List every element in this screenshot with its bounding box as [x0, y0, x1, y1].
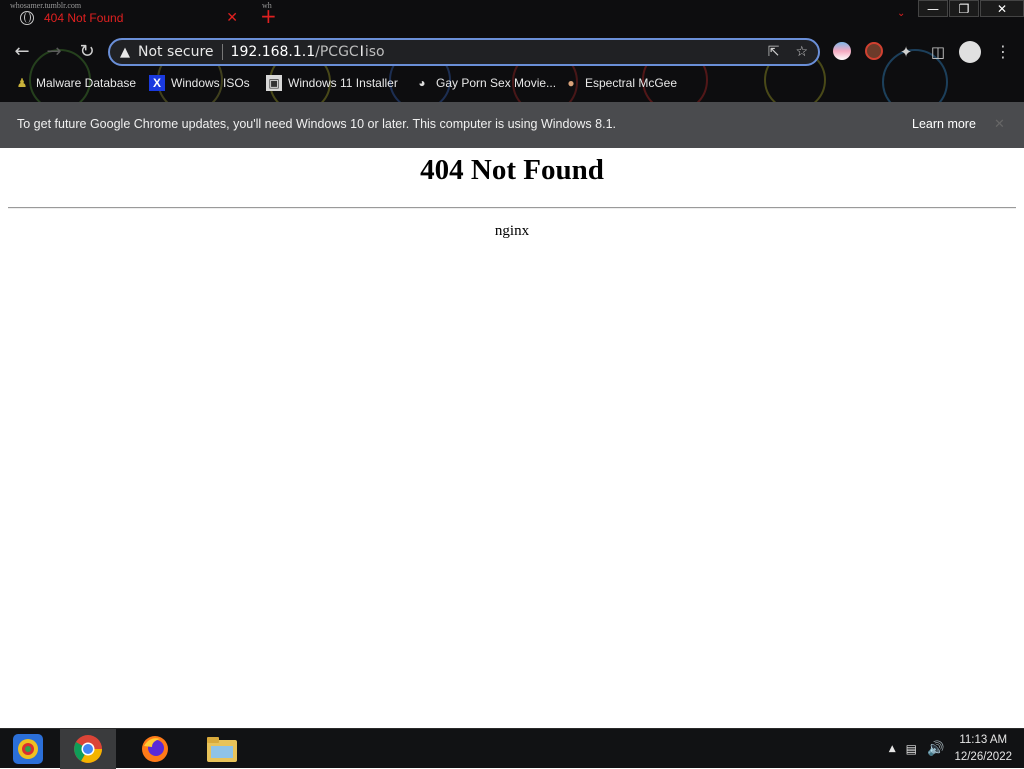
divider — [8, 207, 1016, 209]
windows-start-icon — [13, 734, 43, 764]
bookmark-item[interactable]: ● Espectral McGee — [563, 75, 677, 91]
menu-kebab-icon[interactable]: ⋮ — [992, 42, 1014, 62]
tray-chevron-icon[interactable]: ▲ — [889, 744, 896, 754]
not-secure-label[interactable]: Not secure — [138, 44, 214, 60]
bookmark-item[interactable]: ◕ Gay Porn Sex Movie... — [414, 75, 556, 91]
omnibox-separator — [221, 44, 223, 60]
bookmarks-bar: ♟ Malware Database X Windows ISOs ▣ Wind… — [0, 72, 1024, 96]
toolbar: ← → ↻ ▲ Not secure 192.168.1.1 /PCGC I i… — [0, 34, 1024, 70]
address-bar[interactable]: ▲ Not secure 192.168.1.1 /PCGC I iso ⇱ ☆ — [108, 38, 820, 66]
extension-flag-icon[interactable] — [833, 42, 851, 60]
system-tray: ▲ ▤ 🔊 11:13 AM 12/26/2022 — [889, 729, 1012, 769]
taskbar: ▲ ▤ 🔊 11:13 AM 12/26/2022 — [0, 728, 1024, 769]
bookmark-label: Windows 11 Installer — [288, 76, 398, 90]
reload-button[interactable]: ↻ — [76, 42, 98, 62]
bookmark-item[interactable]: ♟ Malware Database — [14, 75, 136, 91]
text-cursor-icon: I — [359, 44, 364, 60]
profile-avatar-icon[interactable] — [959, 41, 981, 63]
bookmark-label: Espectral McGee — [585, 76, 678, 90]
infobar-message: To get future Google Chrome updates, you… — [17, 117, 616, 131]
taskbar-file-explorer[interactable] — [194, 729, 250, 769]
clock-time: 11:13 AM — [959, 734, 1008, 746]
site-icon: ◕ — [418, 76, 426, 90]
url-path-start[interactable]: /PCGC — [315, 44, 359, 60]
bookmark-item[interactable]: ▣ Windows 11 Installer — [266, 75, 398, 91]
page-title: 404 Not Found — [420, 154, 604, 186]
url-host[interactable]: 192.168.1.1 — [231, 44, 316, 60]
page-content: 404 Not Found nginx — [0, 148, 1024, 728]
tab-search-icon[interactable]: ⌄ — [897, 8, 905, 19]
bookmark-star-icon[interactable]: ☆ — [795, 44, 808, 60]
forward-button[interactable]: → — [43, 42, 65, 62]
clock[interactable]: 11:13 AM 12/26/2022 — [954, 732, 1012, 766]
tab-close-icon[interactable]: ✕ — [226, 10, 238, 26]
restore-button[interactable]: ❐ — [949, 0, 979, 17]
folder-icon — [207, 737, 237, 762]
extension-avatar-icon[interactable] — [865, 42, 883, 60]
volume-icon[interactable]: 🔊 — [927, 741, 944, 757]
bookmark-label: Windows ISOs — [171, 76, 250, 90]
globe-icon — [20, 11, 34, 25]
tab-strip: whosamer.tumblr.com wh 404 Not Found ✕ +… — [0, 0, 1024, 34]
back-button[interactable]: ← — [11, 42, 33, 62]
window-controls: — ❐ ✕ — [917, 0, 1024, 17]
close-window-button[interactable]: ✕ — [980, 0, 1024, 17]
start-button[interactable] — [0, 729, 56, 769]
avatar-icon: ● — [567, 76, 575, 90]
taskbar-chrome[interactable] — [60, 729, 116, 769]
server-signature: nginx — [494, 223, 530, 239]
browser-chrome: whosamer.tumblr.com wh 404 Not Found ✕ +… — [0, 0, 1024, 102]
extensions-puzzle-icon[interactable]: ✦ — [895, 42, 917, 62]
tab-title: 404 Not Found — [44, 11, 124, 25]
omnibox-actions: ⇱ ☆ — [768, 44, 808, 60]
learn-more-link[interactable]: Learn more — [912, 117, 976, 131]
side-panel-icon[interactable]: ◫ — [927, 42, 949, 62]
bookmark-label: Gay Porn Sex Movie... — [436, 76, 557, 90]
bookmark-label: Malware Database — [36, 76, 137, 90]
minimize-button[interactable]: — — [918, 0, 948, 17]
person-icon: ♟ — [16, 76, 28, 90]
share-icon[interactable]: ⇱ — [768, 44, 780, 60]
taskbar-firefox[interactable] — [127, 729, 183, 769]
update-infobar: To get future Google Chrome updates, you… — [0, 102, 1024, 148]
clock-date: 12/26/2022 — [954, 751, 1012, 763]
tab-active[interactable]: 404 Not Found ✕ — [8, 4, 248, 32]
url-path-end[interactable]: iso — [365, 44, 385, 60]
new-tab-button[interactable]: + — [260, 5, 277, 27]
x-icon: X — [149, 75, 165, 91]
infobar-close-icon[interactable]: ✕ — [994, 116, 1005, 132]
chrome-icon — [74, 735, 102, 763]
network-icon[interactable]: ▤ — [906, 742, 917, 756]
warning-icon[interactable]: ▲ — [120, 45, 130, 60]
bookmark-item[interactable]: X Windows ISOs — [149, 75, 250, 91]
image-icon: ▣ — [266, 75, 282, 91]
firefox-icon — [142, 736, 168, 762]
